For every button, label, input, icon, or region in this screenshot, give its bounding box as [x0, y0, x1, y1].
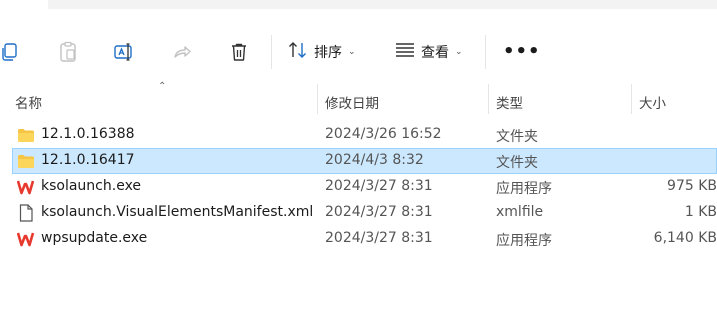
sort-label: 排序	[314, 45, 342, 61]
column-header-size[interactable]: 大小	[639, 92, 666, 112]
column-header-modified[interactable]: 修改日期	[325, 92, 379, 112]
file-name: ksolaunch.VisualElementsManifest.xml	[41, 204, 314, 220]
wps-app-icon	[16, 230, 35, 248]
file-type: 文件夹	[496, 129, 538, 145]
file-row[interactable]: ksolaunch.VisualElementsManifest.xml 202…	[12, 200, 717, 226]
column-header-name[interactable]: 名称	[15, 92, 42, 112]
file-row[interactable]: ksolaunch.exe 2024/3/27 8:31 应用程序 975 KB	[12, 174, 717, 200]
copy-icon[interactable]	[0, 40, 22, 64]
delete-icon[interactable]	[227, 40, 251, 64]
address-bar[interactable]	[48, 0, 717, 9]
file-name: 12.1.0.16417	[41, 152, 135, 168]
command-bar: 排序 ⌄ 查看 ⌄ •••	[0, 18, 717, 84]
file-name: ksolaunch.exe	[41, 178, 142, 194]
file-size: 975 KB	[667, 178, 717, 194]
column-divider[interactable]	[488, 84, 489, 114]
file-row[interactable]: 12.1.0.16388 2024/3/26 16:52 文件夹	[12, 122, 717, 148]
column-header-type[interactable]: 类型	[496, 92, 523, 112]
column-divider[interactable]	[317, 84, 318, 114]
file-type: 文件夹	[496, 155, 538, 171]
view-label: 查看	[421, 45, 449, 61]
address-bar-strip	[0, 0, 717, 18]
file-modified: 2024/3/26 16:52	[325, 126, 442, 142]
rename-icon[interactable]	[113, 40, 137, 64]
view-icon	[395, 42, 415, 62]
file-name: 12.1.0.16388	[41, 126, 135, 142]
chevron-down-icon: ⌄	[455, 47, 463, 57]
toolbar-separator	[271, 35, 272, 69]
file-modified: 2024/3/27 8:31	[325, 204, 433, 220]
chevron-down-icon: ⌄	[348, 47, 356, 57]
document-icon	[17, 204, 35, 222]
file-modified: 2024/3/27 8:31	[325, 178, 433, 194]
column-divider[interactable]	[631, 84, 632, 114]
folder-icon	[17, 152, 35, 170]
paste-icon[interactable]	[56, 40, 80, 64]
file-type: xmlfile	[496, 204, 544, 220]
wps-app-icon	[16, 178, 35, 196]
more-options-button[interactable]: •••	[503, 43, 541, 61]
toolbar-separator	[485, 35, 486, 69]
file-size: 1 KB	[684, 204, 717, 220]
sort-icon	[288, 41, 308, 63]
file-row[interactable]: wpsupdate.exe 2024/3/27 8:31 应用程序 6,140 …	[12, 226, 717, 252]
share-icon[interactable]	[170, 40, 194, 64]
folder-icon	[17, 126, 35, 144]
sort-button[interactable]: 排序 ⌄	[288, 40, 356, 64]
file-name: wpsupdate.exe	[41, 230, 148, 246]
column-header-row: ⌃ 名称 修改日期 类型 大小	[0, 81, 717, 114]
file-row-selected[interactable]: 12.1.0.16417 2024/4/3 8:32 文件夹	[12, 148, 717, 174]
file-size: 6,140 KB	[653, 230, 717, 246]
sort-ascending-icon: ⌃	[158, 81, 167, 92]
file-modified: 2024/3/27 8:31	[325, 230, 433, 246]
file-modified: 2024/4/3 8:32	[325, 152, 424, 168]
file-type: 应用程序	[496, 181, 552, 197]
view-button[interactable]: 查看 ⌄	[395, 40, 463, 64]
file-type: 应用程序	[496, 233, 552, 249]
